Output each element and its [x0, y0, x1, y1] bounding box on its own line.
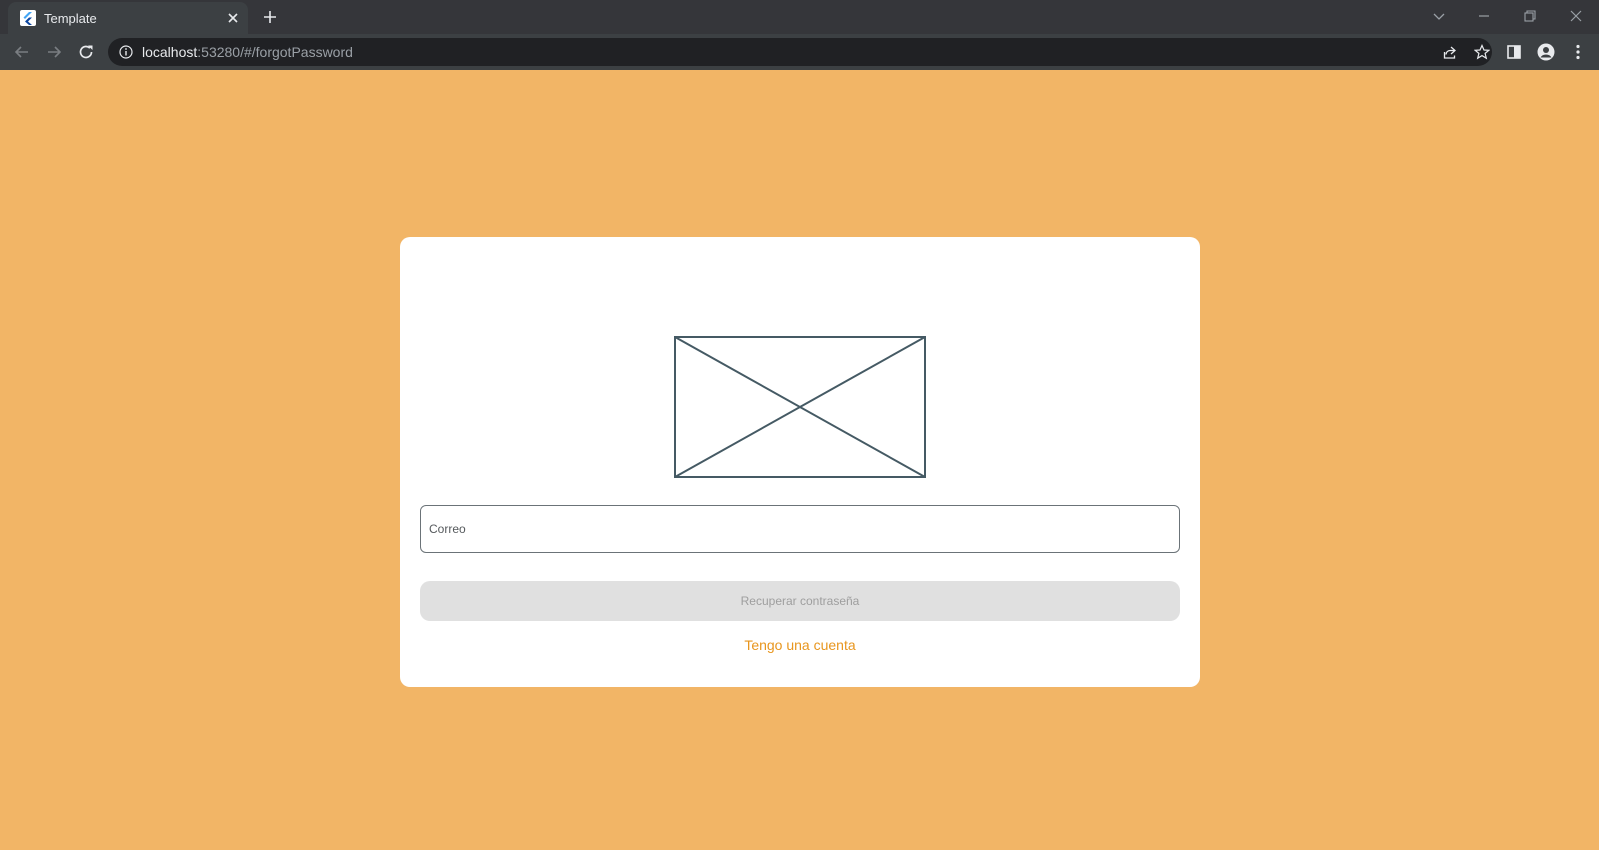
kebab-menu-icon[interactable]	[1569, 43, 1587, 61]
forgot-password-card: Recuperar contraseña Tengo una cuenta	[400, 237, 1200, 687]
star-icon[interactable]	[1473, 44, 1491, 60]
new-tab-plus-icon[interactable]	[262, 9, 278, 25]
back-arrow-icon[interactable]	[13, 43, 31, 61]
image-placeholder-icon	[674, 336, 926, 478]
tab-close-icon[interactable]	[226, 11, 240, 25]
tab-title: Template	[44, 11, 97, 26]
tab-strip: Template	[0, 0, 1599, 34]
url-text: localhost:53280/#/forgotPassword	[142, 44, 353, 60]
side-panel-icon[interactable]	[1505, 43, 1523, 61]
address-bar[interactable]: localhost:53280/#/forgotPassword	[108, 38, 1492, 66]
browser-tab[interactable]: Template	[8, 2, 248, 34]
reload-icon[interactable]	[77, 43, 95, 61]
share-icon[interactable]	[1442, 44, 1458, 60]
page-background: Recuperar contraseña Tengo una cuenta	[0, 70, 1599, 850]
close-icon[interactable]	[1568, 8, 1584, 24]
url-path: :53280/#/forgotPassword	[197, 44, 353, 60]
email-field[interactable]	[420, 505, 1180, 553]
recover-password-button[interactable]: Recuperar contraseña	[420, 581, 1180, 621]
minimize-icon[interactable]	[1476, 8, 1492, 24]
browser-toolbar: localhost:53280/#/forgotPassword	[0, 34, 1599, 70]
have-account-link[interactable]: Tengo una cuenta	[400, 637, 1200, 653]
chevron-down-icon[interactable]	[1431, 8, 1447, 24]
restore-icon[interactable]	[1522, 8, 1538, 24]
url-host: localhost	[142, 44, 198, 60]
profile-icon[interactable]	[1537, 43, 1555, 61]
info-icon[interactable]	[119, 45, 133, 59]
forward-arrow-icon[interactable]	[45, 43, 63, 61]
flutter-logo-icon	[20, 10, 36, 26]
